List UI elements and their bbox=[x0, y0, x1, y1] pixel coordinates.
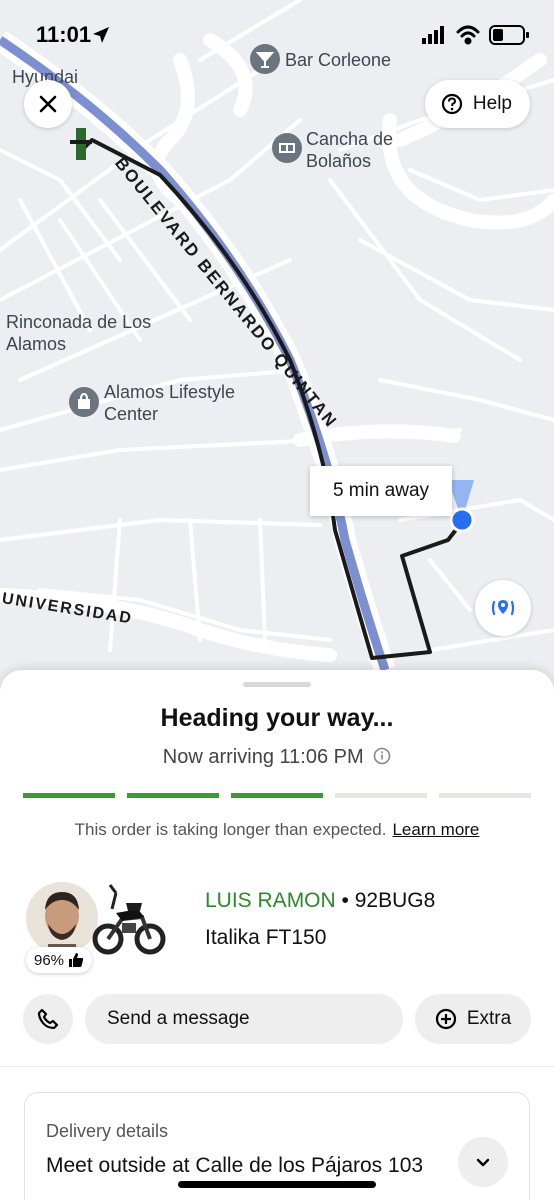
bar-icon bbox=[250, 44, 280, 74]
help-button[interactable]: Help bbox=[424, 80, 530, 128]
progress-segment bbox=[335, 793, 427, 798]
progress-segment bbox=[439, 793, 531, 798]
progress-segment bbox=[231, 793, 323, 798]
map-label-alamos-2: Center bbox=[104, 404, 159, 424]
arrival-time: Now arriving 11:06 PM bbox=[0, 746, 554, 769]
location-arrow-icon bbox=[93, 27, 109, 43]
send-message-label: Send a message bbox=[107, 1008, 250, 1029]
info-icon[interactable] bbox=[373, 747, 391, 765]
order-progress-bar bbox=[23, 793, 531, 798]
driver-name: LUIS RAMON bbox=[205, 889, 336, 912]
call-button[interactable] bbox=[23, 994, 73, 1044]
send-message-button[interactable]: Send a message bbox=[85, 994, 403, 1044]
license-plate: 92BUG8 bbox=[354, 889, 436, 912]
learn-more-link[interactable]: Learn more bbox=[392, 820, 479, 839]
map-label-rinconada-1: Rinconada de Los bbox=[6, 312, 152, 332]
driver-rating-badge: 96% bbox=[26, 947, 93, 973]
map-label-cancha-2: Bolaños bbox=[306, 151, 372, 171]
map-view[interactable]: 11:01 Hyundai Bar Corleone Cancha de Bol… bbox=[0, 0, 554, 700]
vehicle-model: Italika FT150 bbox=[205, 926, 327, 949]
map-label-bar-corleone: Bar Corleone bbox=[285, 50, 392, 70]
status-time: 11:01 bbox=[36, 22, 92, 47]
status-title: Heading your way... bbox=[160, 704, 394, 732]
close-button[interactable] bbox=[24, 80, 72, 128]
order-sheet: Heading your way... Now arriving 11:06 P… bbox=[0, 670, 554, 1200]
close-icon bbox=[39, 95, 57, 113]
status-icons bbox=[422, 25, 529, 45]
locate-courier-button[interactable] bbox=[475, 580, 531, 636]
thumbs-up-icon bbox=[69, 953, 84, 967]
plus-circle-icon bbox=[435, 1008, 456, 1030]
delay-notice: This order is taking longer than expecte… bbox=[0, 820, 554, 840]
arrival-text: Now arriving 11:06 PM bbox=[162, 746, 364, 768]
wifi-icon bbox=[456, 25, 480, 45]
section-divider bbox=[0, 1066, 554, 1067]
shopping-bag-icon bbox=[69, 387, 99, 417]
driver-photo bbox=[26, 882, 98, 954]
expand-details-button[interactable] bbox=[458, 1137, 508, 1187]
sports-field-icon bbox=[272, 133, 302, 163]
driver-info: LUIS RAMON • 92BUG8 bbox=[205, 889, 435, 913]
sheet-grabber[interactable] bbox=[243, 682, 311, 687]
help-label: Help bbox=[472, 93, 512, 114]
extra-button[interactable]: Extra bbox=[415, 994, 531, 1044]
map-label-alamos-1: Alamos Lifestyle bbox=[104, 382, 236, 402]
rating-value: 96% bbox=[34, 951, 65, 969]
eta-text: 5 min away bbox=[332, 480, 430, 501]
driver-separator: • bbox=[335, 889, 355, 912]
signal-icon bbox=[422, 26, 444, 44]
progress-segment bbox=[23, 793, 115, 798]
motorcycle-image bbox=[92, 884, 166, 955]
help-icon bbox=[441, 93, 463, 115]
progress-segment bbox=[127, 793, 219, 798]
eta-callout: 5 min away bbox=[310, 466, 452, 516]
phone-icon bbox=[37, 1008, 59, 1030]
delivery-details-label: Delivery details bbox=[46, 1121, 169, 1141]
app-screen: 11:01 Hyundai Bar Corleone Cancha de Bol… bbox=[0, 0, 554, 1200]
extra-label: Extra bbox=[466, 1008, 512, 1029]
map-label-cancha-1: Cancha de bbox=[306, 129, 394, 149]
chevron-down-icon bbox=[476, 1158, 490, 1167]
battery-icon bbox=[489, 25, 529, 45]
delivery-details-value: Meet outside at Calle de los Pájaros 103 bbox=[46, 1154, 424, 1177]
driver-avatar[interactable] bbox=[26, 882, 98, 954]
courier-dot bbox=[449, 507, 475, 533]
map-label-rinconada-2: Alamos bbox=[6, 334, 67, 354]
location-pin-icon bbox=[491, 600, 515, 616]
home-indicator[interactable] bbox=[178, 1181, 376, 1188]
delay-notice-text: This order is taking longer than expecte… bbox=[74, 820, 387, 839]
